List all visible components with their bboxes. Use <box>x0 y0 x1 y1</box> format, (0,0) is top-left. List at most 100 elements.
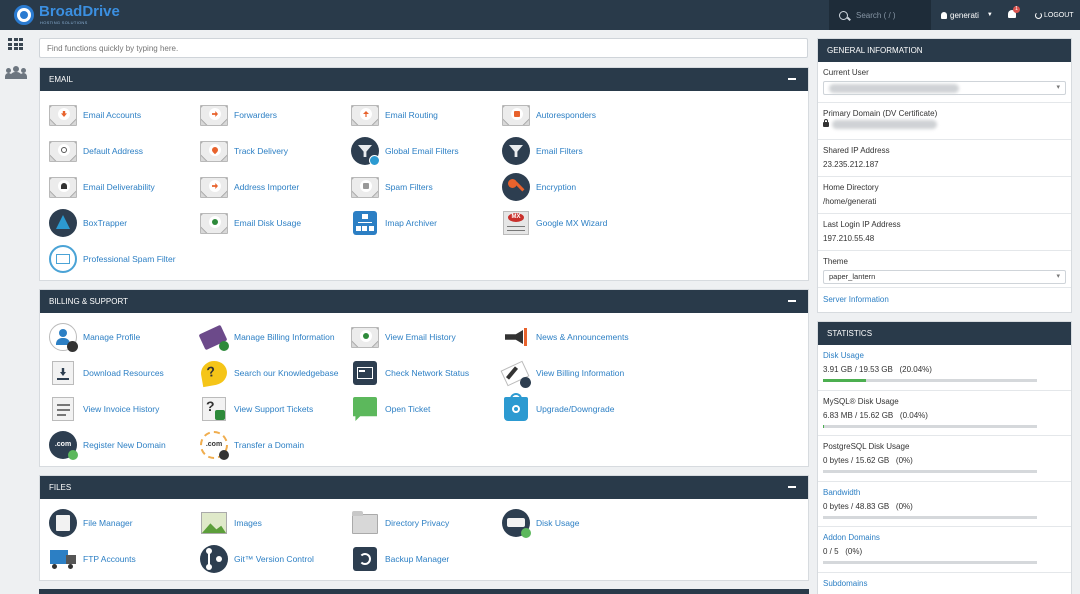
email-routing-icon <box>350 100 380 130</box>
email-panel-header[interactable]: EMAIL <box>40 68 808 91</box>
current-user-select[interactable] <box>823 81 1066 95</box>
email-item-label: Email Disk Usage <box>234 218 302 228</box>
email-address-importer-link[interactable]: Address Importer <box>199 169 350 205</box>
email-email-filter-link[interactable]: Email Filters <box>501 133 652 169</box>
home-dir-value: /home/generati <box>823 197 877 206</box>
email-item-label: Spam Filters <box>385 182 433 192</box>
manage-profile-icon <box>48 322 78 352</box>
billing-transfer-domain-link[interactable]: .com Transfer a Domain <box>199 427 350 463</box>
stat-label[interactable]: Subdomains <box>823 579 1066 588</box>
billing-item-label: View Invoice History <box>83 404 160 414</box>
notifications-button[interactable]: 1 <box>1007 6 1020 20</box>
redacted-domain <box>832 120 937 130</box>
files-item-label: FTP Accounts <box>83 554 136 564</box>
professional-spam-icon <box>48 244 78 274</box>
open-ticket-icon <box>350 394 380 424</box>
email-imap-archiver-link[interactable]: Imap Archiver <box>350 205 501 241</box>
email-autoresponders-link[interactable]: Autoresponders <box>501 97 652 133</box>
billing-info-icon <box>500 358 531 388</box>
files-backup-link[interactable]: Backup Manager <box>350 541 501 577</box>
billing-megaphone-link[interactable]: News & Announcements <box>501 319 652 355</box>
quick-find-input[interactable] <box>39 38 808 58</box>
usage-bar <box>823 515 1037 519</box>
files-item-label: Disk Usage <box>536 518 580 528</box>
email-item-label: Email Filters <box>536 146 583 156</box>
autoresponders-icon <box>501 100 531 130</box>
email-track-delivery-link[interactable]: Track Delivery <box>199 133 350 169</box>
backup-icon <box>350 544 380 574</box>
files-file-manager-link[interactable]: File Manager <box>48 505 199 541</box>
stat-row: MySQL® Disk Usage 6.83 MB / 15.62 GB (0.0… <box>818 391 1071 436</box>
billing-billing-info-link[interactable]: View Billing Information <box>500 355 652 391</box>
billing-card-icon <box>198 322 229 352</box>
files-panel-header[interactable]: FILES <box>40 476 808 499</box>
billing-register-domain-link[interactable]: .com Register New Domain <box>48 427 199 463</box>
stat-label[interactable]: Addon Domains <box>823 533 1066 542</box>
email-google-mx-link[interactable]: MX Google MX Wizard <box>501 205 652 241</box>
billing-upgrade-link[interactable]: Upgrade/Downgrade <box>501 391 652 427</box>
server-info-link[interactable]: Server Information <box>823 295 889 304</box>
users-icon[interactable] <box>5 66 27 79</box>
email-spam-filters-link[interactable]: Spam Filters <box>350 169 501 205</box>
grid-icon[interactable] <box>8 38 24 51</box>
files-git-link[interactable]: Git™ Version Control <box>199 541 350 577</box>
email-boxtrapper-link[interactable]: BoxTrapper <box>48 205 199 241</box>
billing-support-tickets-link[interactable]: ? View Support Tickets <box>199 391 350 427</box>
email-item-label: Professional Spam Filter <box>83 254 176 264</box>
email-email-disk-usage-link[interactable]: Email Disk Usage <box>199 205 350 241</box>
statistics-title: STATISTICS <box>818 322 1071 345</box>
address-importer-icon <box>199 172 229 202</box>
billing-item-label: View Email History <box>385 332 456 342</box>
boxtrapper-icon <box>48 208 78 238</box>
billing-email-history-link[interactable]: View Email History <box>350 319 501 355</box>
primary-domain-row: Primary Domain (DV Certificate) <box>818 103 1071 140</box>
theme-select[interactable]: paper_lantern <box>823 270 1066 284</box>
files-disk-usage-link[interactable]: Disk Usage <box>501 505 652 541</box>
files-item-label: Git™ Version Control <box>234 554 314 564</box>
email-item-label: Encryption <box>536 182 577 192</box>
billing-invoice-link[interactable]: View Invoice History <box>48 391 199 427</box>
billing-download-link[interactable]: Download Resources <box>48 355 199 391</box>
email-deliverability-link[interactable]: Email Deliverability <box>48 169 199 205</box>
email-default-address-link[interactable]: Default Address <box>48 133 199 169</box>
files-images-link[interactable]: Images <box>199 505 350 541</box>
billing-panel-header[interactable]: BILLING & SUPPORT <box>40 290 808 313</box>
billing-knowledgebase-link[interactable]: ? Search our Knowledgebase <box>199 355 350 391</box>
usage-bar <box>823 470 1037 473</box>
stat-label[interactable]: Disk Usage <box>823 351 1066 360</box>
billing-manage-profile-link[interactable]: Manage Profile <box>48 319 199 355</box>
billing-open-ticket-link[interactable]: Open Ticket <box>350 391 501 427</box>
email-encryption-key-link[interactable]: Encryption <box>501 169 652 205</box>
email-global-filter-link[interactable]: Global Email Filters <box>350 133 501 169</box>
email-professional-spam-link[interactable]: Professional Spam Filter <box>48 241 199 277</box>
billing-item-label: View Support Tickets <box>234 404 314 414</box>
redacted-username <box>829 84 959 94</box>
general-info-panel: GENERAL INFORMATION Current User Primary… <box>817 38 1072 313</box>
files-directory-privacy-link[interactable]: Directory Privacy <box>350 505 501 541</box>
user-menu[interactable]: generati ▼ <box>941 0 993 30</box>
collapse-icon[interactable] <box>788 486 796 488</box>
forwarders-icon <box>199 100 229 130</box>
email-email-accounts-link[interactable]: Email Accounts <box>48 97 199 133</box>
support-tickets-icon: ? <box>199 394 229 424</box>
logout-button[interactable]: LOGOUT <box>1035 0 1074 30</box>
stat-label[interactable]: Bandwidth <box>823 488 1066 497</box>
megaphone-icon <box>501 322 531 352</box>
collapse-icon[interactable] <box>788 78 796 80</box>
billing-network-status-link[interactable]: Check Network Status <box>350 355 501 391</box>
top-search[interactable]: Search ( / ) <box>829 0 931 30</box>
brand-logo[interactable]: BroadDrive HOSTING SOLUTIONS <box>14 3 134 27</box>
next-panel-header[interactable] <box>39 589 809 594</box>
billing-item-label: Download Resources <box>83 368 164 378</box>
billing-billing-card-link[interactable]: Manage Billing Information <box>198 319 350 355</box>
files-ftp-accounts-link[interactable]: FTP Accounts <box>48 541 199 577</box>
top-navbar: BroadDrive HOSTING SOLUTIONS Search ( / … <box>0 0 1080 30</box>
email-email-routing-link[interactable]: Email Routing <box>350 97 501 133</box>
images-icon <box>199 508 229 538</box>
collapse-icon[interactable] <box>788 300 796 302</box>
register-domain-icon: .com <box>48 430 78 460</box>
network-status-icon <box>350 358 380 388</box>
email-item-label: Track Delivery <box>234 146 288 156</box>
email-forwarders-link[interactable]: Forwarders <box>199 97 350 133</box>
user-icon <box>941 11 947 19</box>
